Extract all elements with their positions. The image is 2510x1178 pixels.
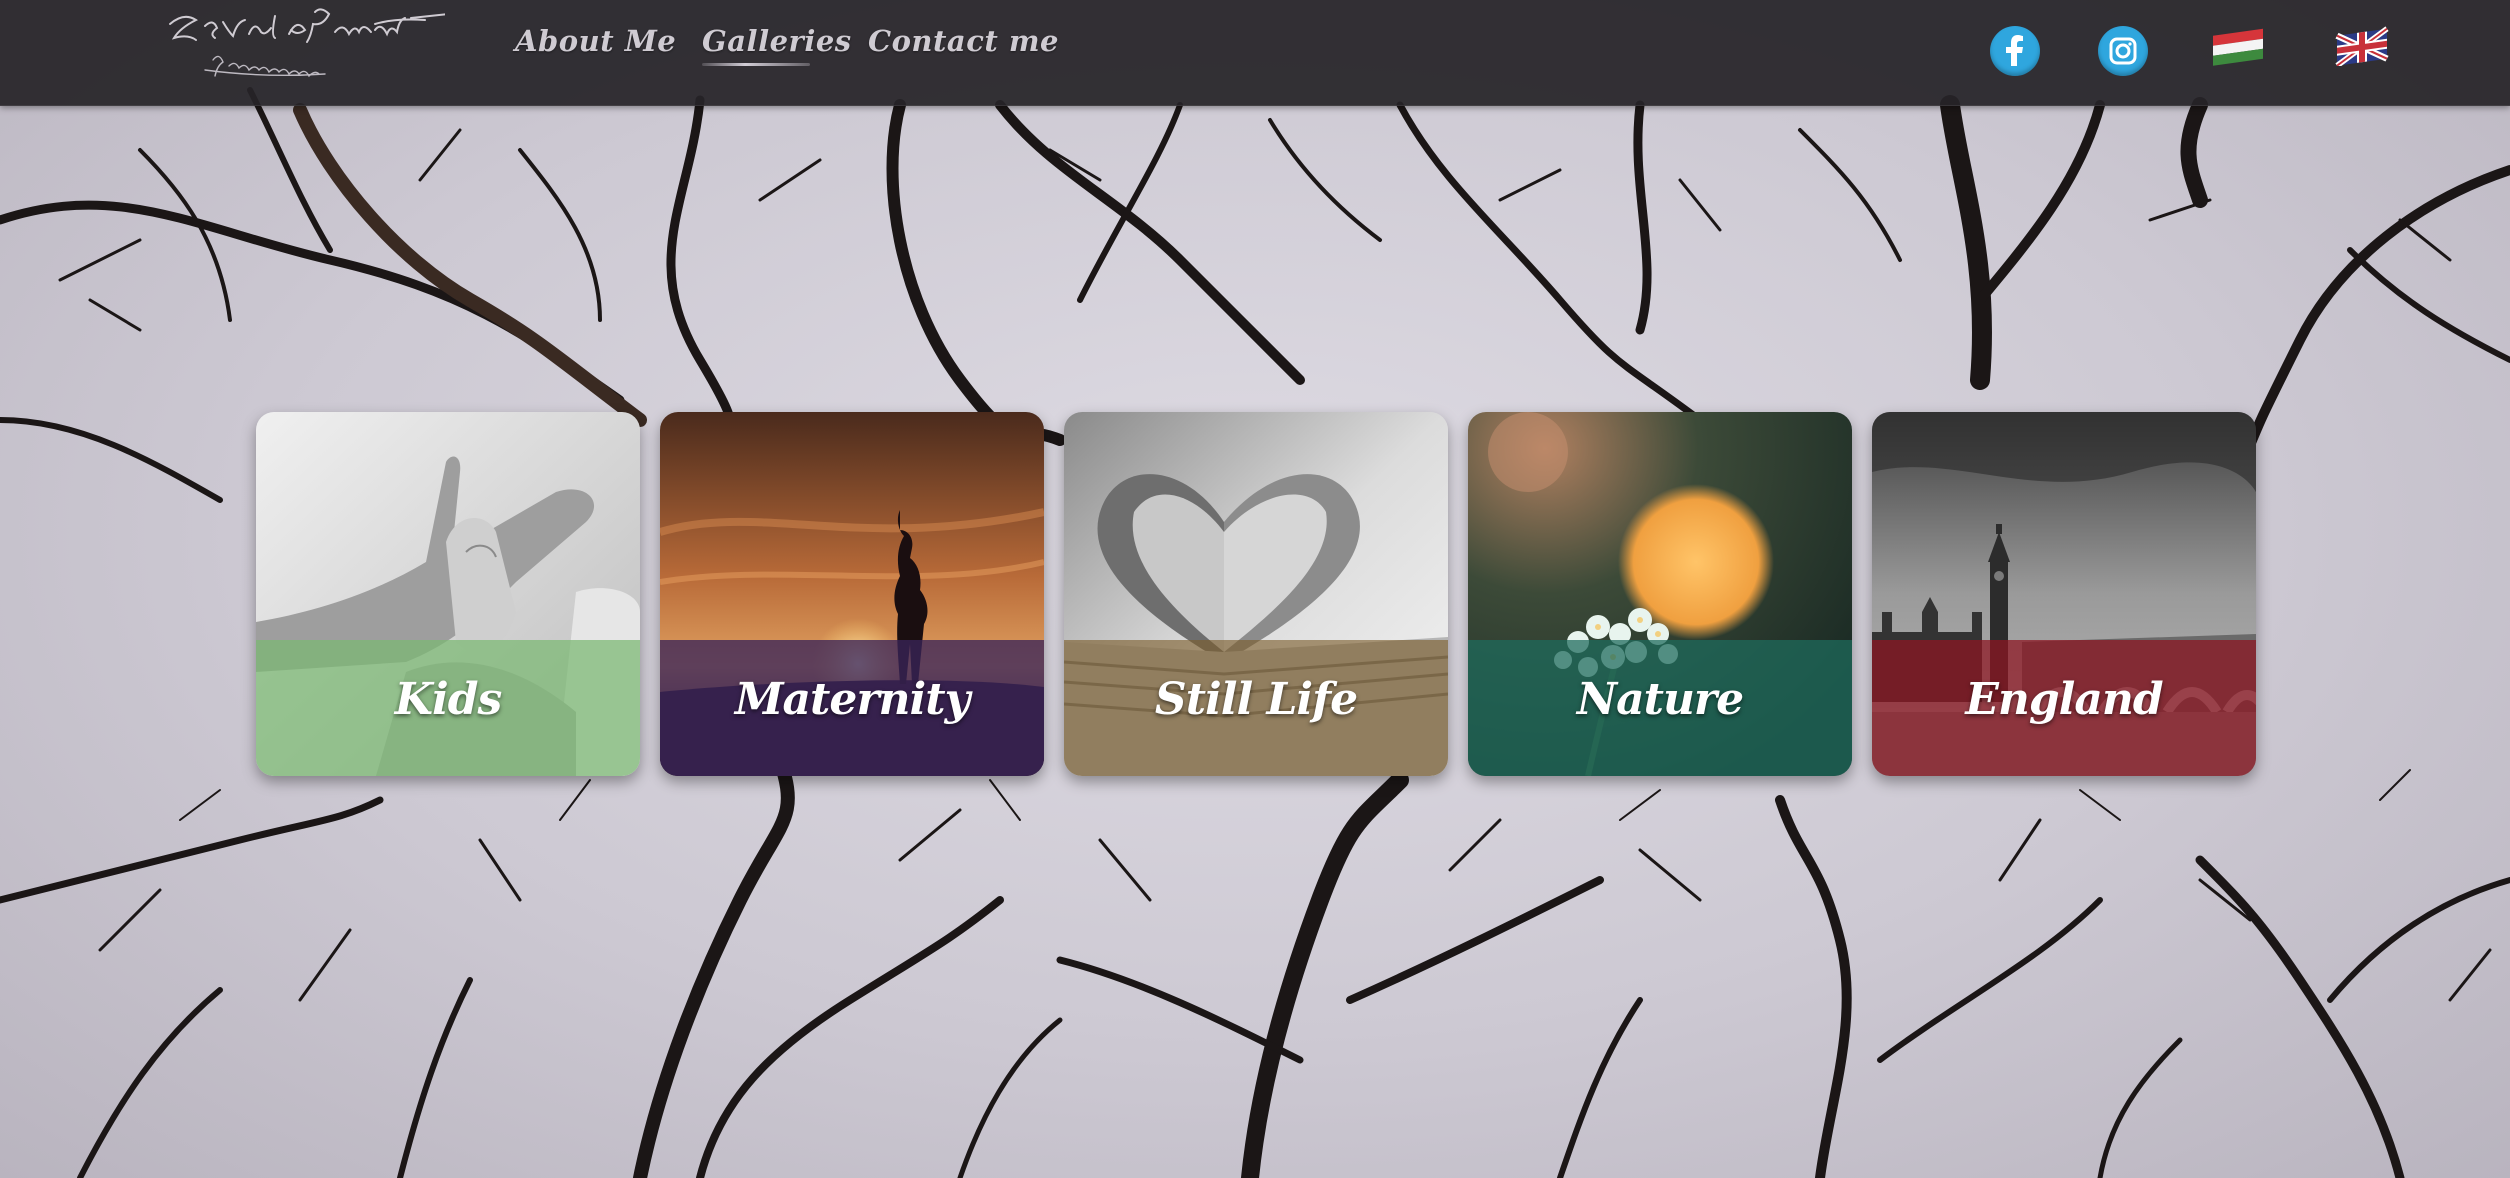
gallery-label: Nature <box>1576 674 1744 725</box>
gallery-label: Maternity <box>734 674 970 725</box>
instagram-icon[interactable] <box>2098 26 2148 76</box>
site-header: About Me Galleries Contact me <box>0 0 2510 106</box>
nav-contact-me[interactable]: Contact me <box>868 24 1059 68</box>
facebook-icon[interactable] <box>1990 26 2040 76</box>
gallery-card-kids[interactable]: Kids <box>256 412 640 776</box>
uk-flag-icon[interactable] <box>2335 26 2389 66</box>
gallery-card-nature[interactable]: Nature <box>1468 412 1852 776</box>
site-logo[interactable] <box>165 4 445 90</box>
nav-about-me[interactable]: About Me <box>515 24 676 68</box>
gallery-label: Kids <box>394 674 503 725</box>
gallery-label: England <box>1965 674 2163 725</box>
gallery-card-maternity[interactable]: Maternity <box>660 412 1044 776</box>
gallery-card-england[interactable]: England <box>1872 412 2256 776</box>
nav-active-underline <box>702 63 810 66</box>
nav-galleries[interactable]: Galleries <box>702 24 852 68</box>
gallery-card-still-life[interactable]: Still Life <box>1064 412 1448 776</box>
hungarian-flag-icon[interactable] <box>2211 26 2265 66</box>
gallery-label: Still Life <box>1154 674 1358 725</box>
